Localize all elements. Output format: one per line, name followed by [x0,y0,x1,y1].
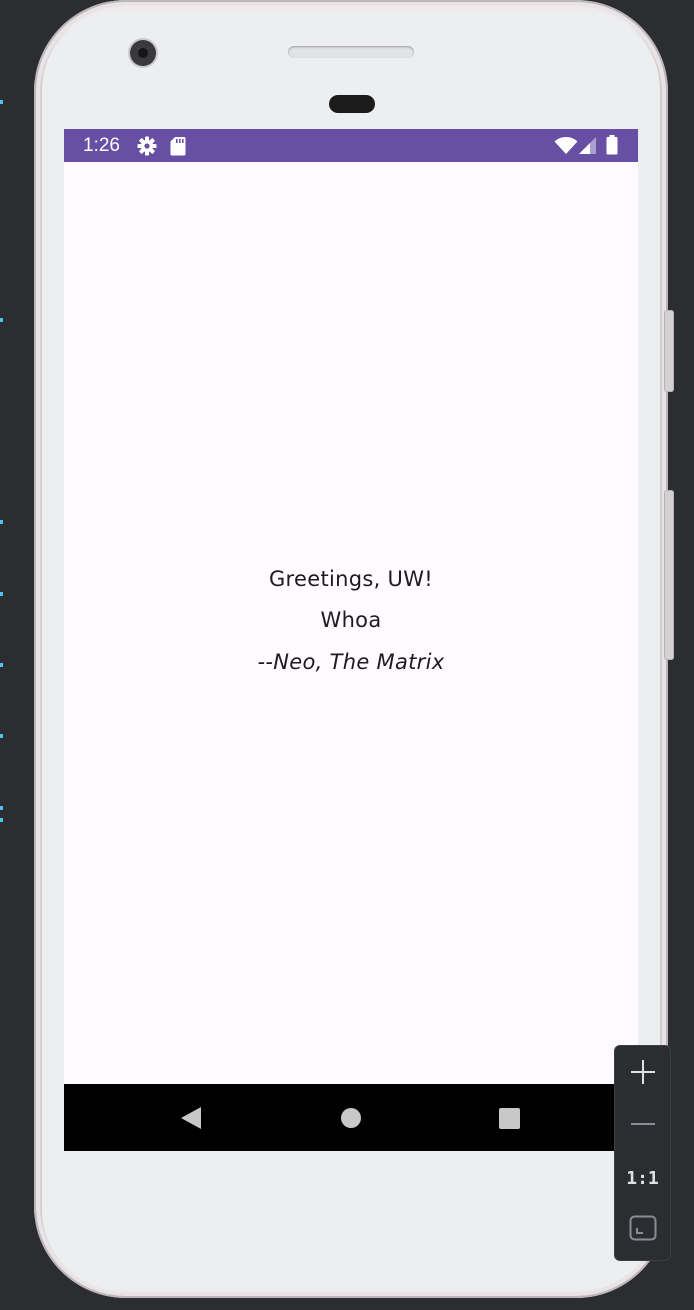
ide-gutter-marker [0,806,3,810]
emulator-zoom-controls: 1:1 [614,1045,671,1261]
back-icon[interactable] [177,1104,205,1136]
fit-screen-button[interactable] [615,1204,670,1256]
volume-button[interactable] [664,310,674,392]
status-bar: 1:26 [64,129,638,162]
attribution-text: --Neo, The Matrix [257,650,445,674]
actual-size-label: 1:1 [626,1167,659,1189]
power-button[interactable] [664,490,674,660]
ide-gutter-marker [0,592,3,596]
wifi-icon [554,137,578,159]
settings-gear-icon [137,136,157,160]
ide-gutter-marker [0,663,3,667]
greeting-text: Greetings, UW! [268,567,434,591]
zoom-out-button[interactable] [615,1100,670,1152]
ide-gutter-marker [0,318,3,322]
home-icon[interactable] [337,1104,365,1136]
ide-gutter-marker [0,520,3,524]
main-content: Greetings, UW! Whoa --Neo, The Matrix [64,162,638,1084]
navigation-bar [64,1084,638,1151]
status-time: 1:26 [83,135,120,156]
minus-icon [630,1111,656,1141]
zoom-in-button[interactable] [615,1048,670,1100]
ide-left-edge [0,0,6,1310]
quote-text: Whoa [320,608,382,632]
ide-gutter-marker [0,818,3,822]
ide-gutter-marker [0,100,3,104]
recents-icon[interactable] [495,1104,523,1136]
actual-size-button[interactable]: 1:1 [615,1152,670,1204]
front-camera [130,40,156,66]
fit-screen-icon [629,1215,657,1245]
ide-gutter-marker [0,734,3,738]
device-screen: 1:26 Greetings, UW! Whoa --Neo, The Matr… [64,129,638,1151]
battery-icon [606,135,618,159]
proximity-sensor [329,95,375,113]
cell-signal-icon [578,137,598,159]
earpiece-speaker [288,46,414,58]
sd-card-icon [170,136,186,160]
plus-icon [630,1059,656,1089]
